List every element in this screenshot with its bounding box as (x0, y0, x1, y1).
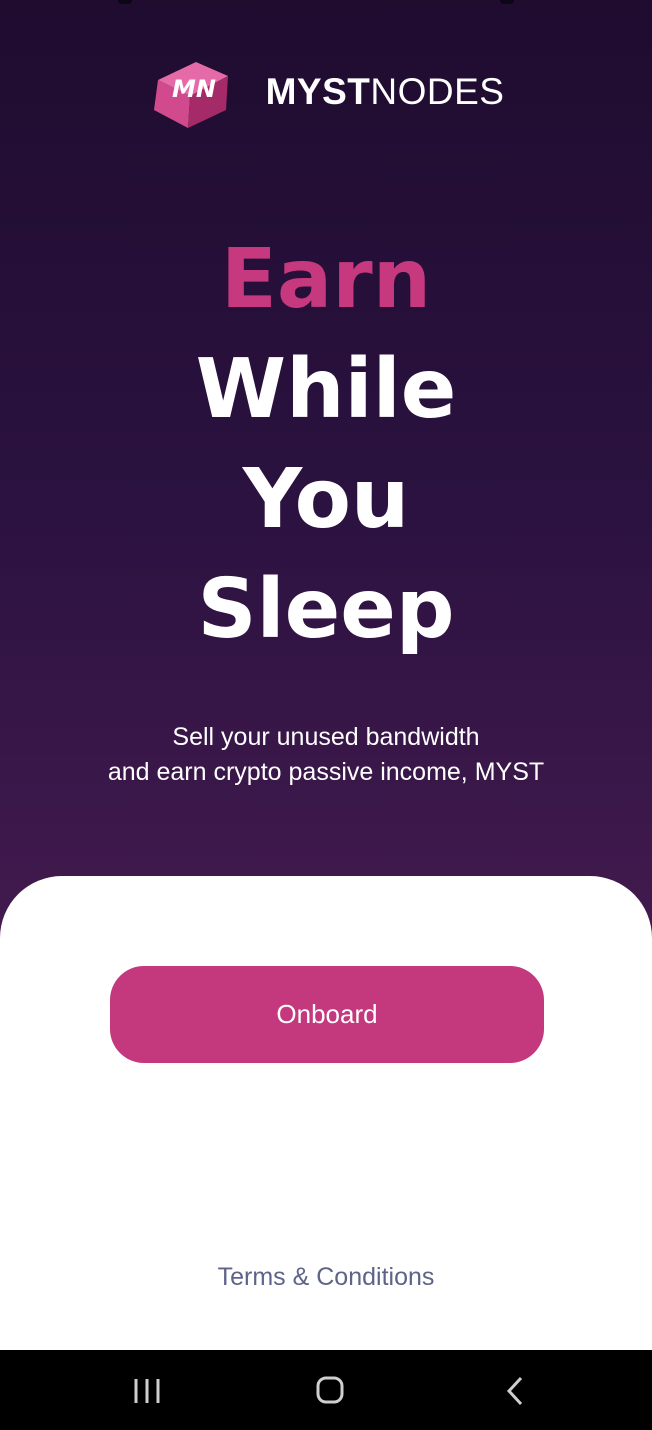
terms-conditions-link[interactable]: Terms & Conditions (0, 1263, 652, 1292)
home-icon[interactable] (310, 1370, 350, 1410)
headline-you: You (242, 452, 410, 547)
headline-sleep: Sleep (197, 562, 455, 657)
recent-apps-icon[interactable] (127, 1370, 167, 1410)
brand-name-light: NODES (370, 71, 505, 112)
onboard-button[interactable]: Onboard (110, 966, 544, 1063)
logo-letters: MN (172, 75, 216, 103)
mystnodes-cube-icon: MN (153, 62, 228, 128)
onboarding-screen: MN MYST NODES Earn While You Sleep Sell … (0, 0, 652, 1430)
hero-headline: Earn While You Sleep (0, 225, 652, 665)
headline-earn: Earn (220, 232, 432, 327)
brand-name-bold: MYST (265, 71, 371, 112)
system-navigation-bar (0, 1350, 652, 1430)
status-bar (0, 0, 652, 8)
subtitle-line-2: and earn crypto passive income, MYST (107, 758, 545, 786)
bottom-sheet: Onboard Terms & Conditions (0, 876, 652, 1350)
status-icon-left (118, 0, 132, 4)
subtitle-line-1: Sell your unused bandwidth (172, 723, 480, 751)
brand-wordmark: MYST NODES (266, 71, 505, 113)
status-icon-right (500, 0, 514, 4)
hero-subtitle: Sell your unused bandwidth and earn cryp… (0, 720, 652, 790)
back-icon[interactable] (495, 1370, 535, 1410)
headline-while: While (195, 342, 457, 437)
brand-logo: MN MYST NODES (0, 52, 652, 132)
